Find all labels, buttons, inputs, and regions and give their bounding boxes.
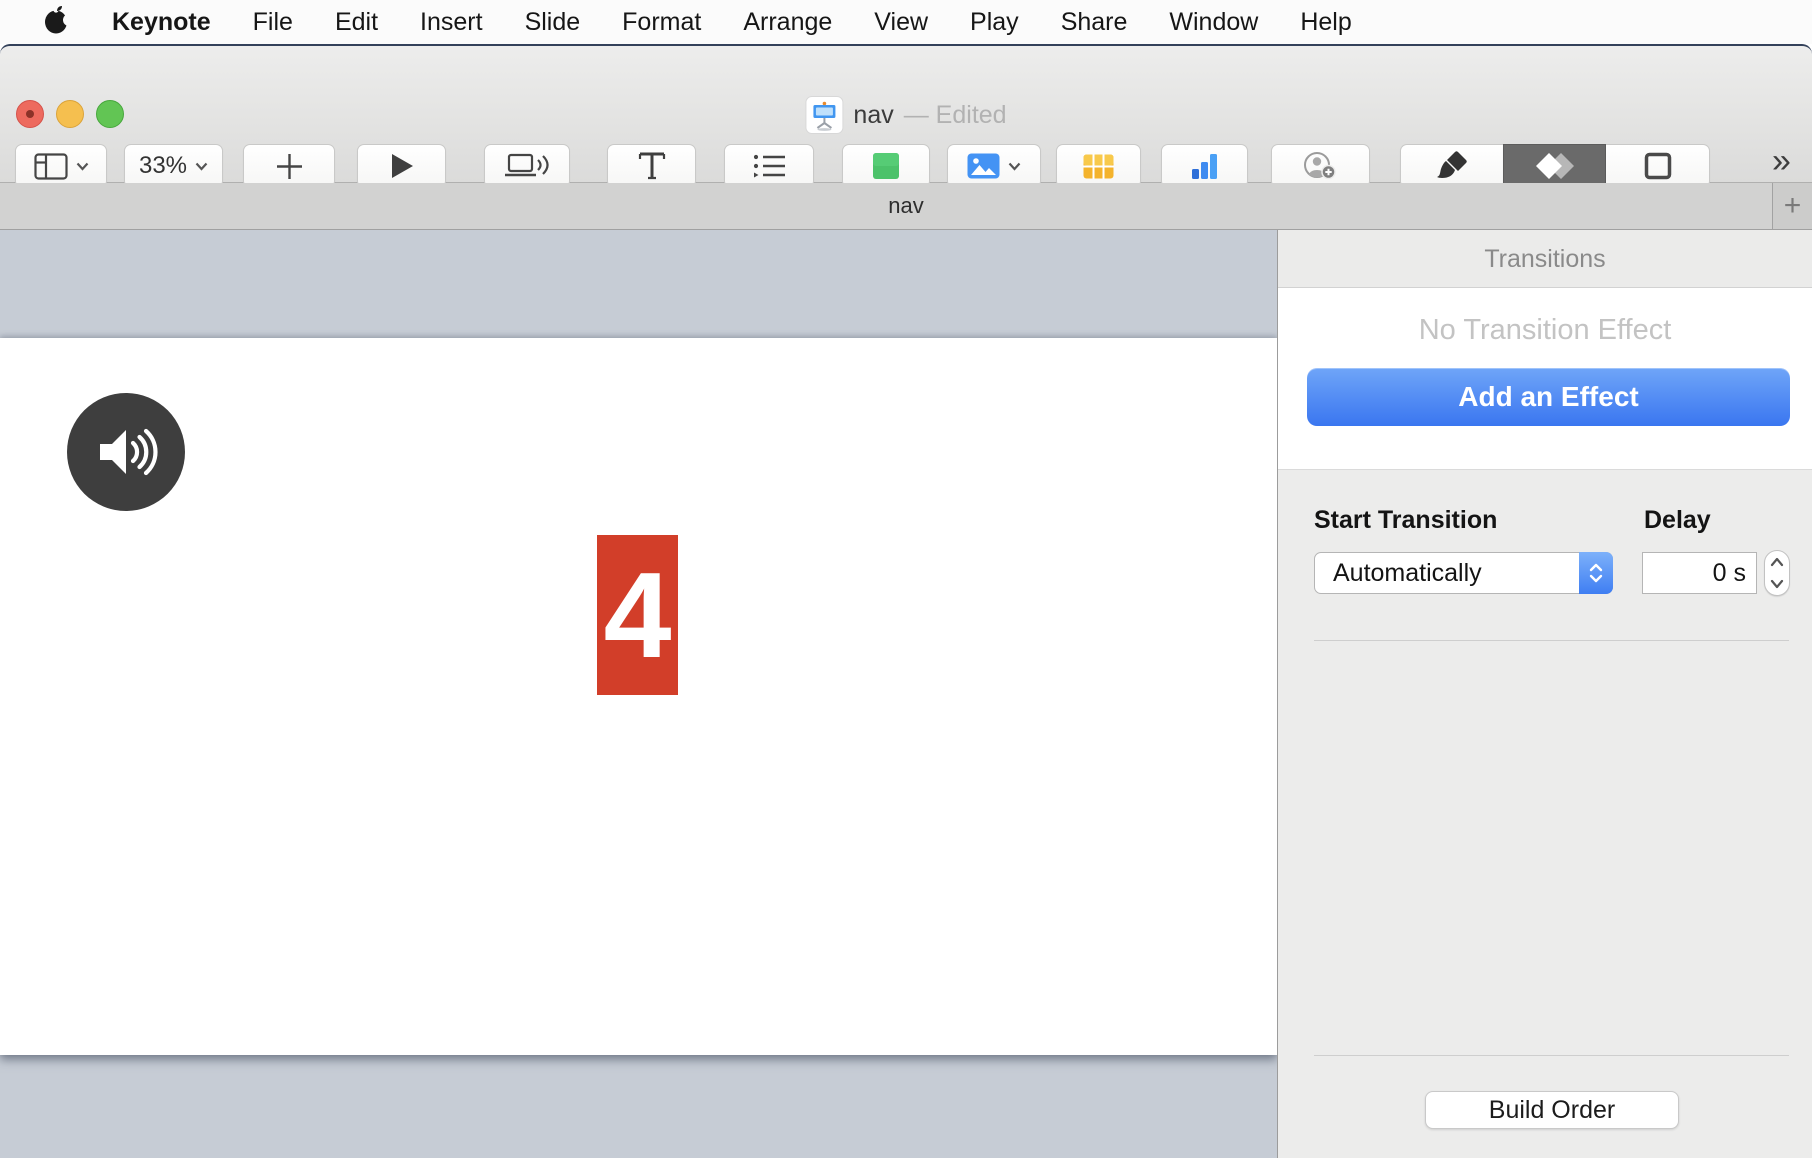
keynote-live-button[interactable] (484, 144, 570, 188)
panel-separator (1314, 1055, 1789, 1056)
format-button[interactable] (1400, 144, 1503, 188)
slide-number-object[interactable]: 4 (597, 535, 678, 695)
collaborate-icon (1303, 152, 1336, 180)
menu-window[interactable]: Window (1169, 8, 1258, 37)
popup-updown-icon (1579, 552, 1613, 594)
menu-bar: Keynote File Edit Insert Slide Format Ar… (0, 0, 1812, 44)
keynote-doc-icon (805, 96, 844, 134)
chart-icon (1192, 154, 1217, 179)
start-transition-label: Start Transition (1314, 506, 1498, 534)
delay-stepper[interactable] (1764, 550, 1790, 596)
chevron-down-icon (76, 162, 88, 171)
menu-view[interactable]: View (874, 8, 928, 37)
minimize-button[interactable] (56, 100, 84, 128)
close-button[interactable] (16, 100, 44, 128)
zoom-value: 33% (138, 152, 188, 179)
unsaved-dot (26, 110, 34, 118)
text-icon (638, 152, 665, 180)
add-slide-button[interactable] (243, 144, 335, 188)
transitions-panel: Transitions No Transition Effect Add an … (1277, 230, 1812, 1158)
menu-keynote[interactable]: Keynote (112, 8, 211, 37)
format-brush-icon (1437, 151, 1467, 178)
fullscreen-button[interactable] (96, 100, 124, 128)
animate-button[interactable] (1503, 144, 1606, 188)
document-name: nav (853, 100, 894, 129)
table-icon (1083, 153, 1114, 179)
play-icon (391, 154, 413, 178)
window-title: nav — Edited (805, 96, 1007, 134)
edited-status: — Edited (903, 100, 1007, 129)
menu-arrange[interactable]: Arrange (743, 8, 832, 37)
start-transition-value: Automatically (1333, 558, 1482, 587)
panel-title: Transitions (1278, 230, 1812, 288)
menu-slide[interactable]: Slide (525, 8, 581, 37)
menu-share[interactable]: Share (1061, 8, 1128, 37)
build-order-button[interactable]: Build Order (1425, 1091, 1679, 1129)
keynote-app: Keynote File Edit Insert Slide Format Ar… (0, 0, 1812, 1158)
stepper-down-icon (1770, 579, 1784, 589)
add-tab-button[interactable]: + (1772, 183, 1812, 229)
chart-button[interactable] (1161, 144, 1248, 188)
menu-insert[interactable]: Insert (420, 8, 483, 37)
plus-icon (276, 153, 302, 179)
animate-diamond-icon (1535, 153, 1574, 179)
start-transition-dropdown[interactable]: Automatically (1314, 552, 1613, 594)
window-header: nav — Edited View 33% (0, 44, 1812, 216)
tab-nav-document[interactable]: nav (0, 183, 1812, 229)
chevron-down-icon (1008, 162, 1021, 171)
toolbar-overflow-icon[interactable]: » (1772, 142, 1808, 181)
media-button[interactable] (947, 144, 1041, 188)
menu-help[interactable]: Help (1300, 8, 1351, 37)
no-transition-effect-text: No Transition Effect (1418, 314, 1672, 346)
delay-input[interactable]: 0 s (1642, 552, 1757, 594)
apple-menu[interactable] (44, 4, 75, 41)
play-button[interactable] (357, 144, 446, 188)
slide[interactable]: 4 (0, 338, 1277, 1055)
stepper-up-icon (1770, 557, 1784, 567)
apple-logo-icon (45, 5, 75, 33)
view-button[interactable] (15, 144, 107, 188)
add-effect-button[interactable]: Add an Effect (1307, 368, 1790, 426)
shape-icon (873, 153, 899, 179)
table-button[interactable] (1056, 144, 1141, 188)
document-button[interactable] (1606, 144, 1710, 188)
menu-file[interactable]: File (253, 8, 293, 37)
shape-button[interactable] (842, 144, 930, 188)
collaborate-button[interactable] (1271, 144, 1370, 188)
text-button[interactable] (607, 144, 696, 188)
panel-separator (1314, 640, 1789, 641)
layout-view-icon (33, 152, 68, 180)
audio-object[interactable] (67, 393, 185, 511)
media-icon (967, 153, 1000, 179)
menu-edit[interactable]: Edit (335, 8, 378, 37)
chevron-down-icon (195, 162, 208, 171)
slide-canvas[interactable]: 4 (0, 230, 1277, 1158)
object-list-icon (753, 154, 785, 178)
document-square-icon (1644, 152, 1671, 180)
speaker-audio-icon (100, 428, 158, 476)
delay-label: Delay (1644, 506, 1711, 534)
tab-bar: nav + (0, 183, 1812, 230)
object-list-button[interactable] (724, 144, 814, 188)
zoom-button[interactable]: 33% (124, 144, 223, 188)
menu-format[interactable]: Format (622, 8, 701, 37)
effect-section: No Transition Effect Add an Effect (1278, 288, 1812, 470)
menu-play[interactable]: Play (970, 8, 1019, 37)
keynote-live-icon (505, 153, 549, 177)
